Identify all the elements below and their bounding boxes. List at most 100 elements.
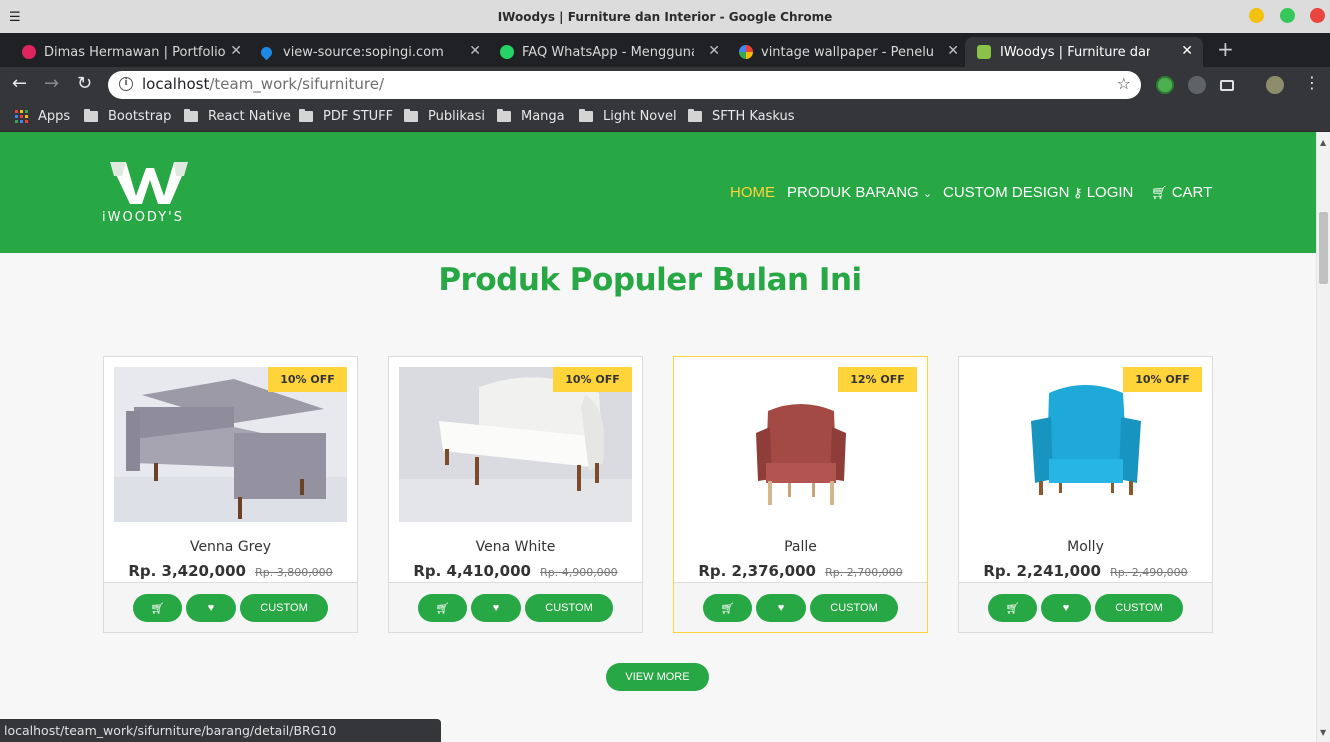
back-arrow-icon[interactable]: ← [12,73,27,94]
profile-avatar-icon[interactable] [1266,76,1284,94]
scroll-up-icon[interactable]: ▲ [1320,138,1326,147]
current-price: Rp. 4,410,000 [413,562,531,580]
nav-cart[interactable]: 🛒︎ CART [1151,184,1212,201]
bookmark-label: React Native [208,109,291,124]
forward-arrow-icon[interactable]: → [44,73,59,94]
product-card[interactable]: 12% OFF Palle Rp. 2,376,000 Rp. 2,700,00… [673,356,928,633]
add-to-cart-button[interactable]: 🛒︎ [133,594,182,622]
window-titlebar: ☰ IWoodys | Furniture dan Interior - Goo… [0,0,1330,33]
add-to-cart-button[interactable]: 🛒︎ [703,594,752,622]
view-more-button[interactable]: VIEW MORE [606,663,709,691]
tab-portfolio[interactable]: Dimas Hermawan | Portfolio ✕ [22,37,242,67]
section-heading: Produk Populer Bulan Ini [438,262,862,298]
current-price: Rp. 3,420,000 [128,562,246,580]
custom-button[interactable]: CUSTOM [1095,594,1183,622]
cart-icon: 🛒︎ [1005,602,1020,615]
scrollbar-thumb[interactable] [1319,212,1328,284]
discount-badge: 10% OFF [553,367,632,392]
nav-produk-label: PRODUK BARANG [787,184,919,201]
maximize-button[interactable] [1280,8,1295,23]
bookmark-label: PDF STUFF [323,109,394,124]
tab-view-source[interactable]: view-source:sopingi.com ✕ [258,37,481,67]
close-tab-icon[interactable]: ✕ [230,43,242,59]
custom-button[interactable]: CUSTOM [525,594,613,622]
close-tab-icon[interactable]: ✕ [947,43,959,59]
product-card[interactable]: 10% OFF Vena White Rp. 4,410,000 Rp. 4,9… [388,356,643,633]
url-text: localhost/team_work/sifurniture/ [142,75,384,93]
wishlist-button[interactable]: ♥ [471,594,521,622]
close-tab-icon[interactable]: ✕ [1181,43,1193,59]
wishlist-button[interactable]: ♥ [1041,594,1091,622]
tab-google-search[interactable]: vintage wallpaper - Penelusur ✕ [739,37,959,67]
page-scrollbar[interactable]: ▲ ▼ [1316,132,1330,742]
nav-produk-barang[interactable]: PRODUK BARANG ⌄ [787,184,932,201]
cart-icon: 🛒︎ [720,602,735,615]
link-status-bubble: localhost/team_work/sifurniture/barang/d… [0,719,441,742]
product-card[interactable]: 10% OFF Venna Grey Rp. 3,420,000 Rp. 3,8… [103,356,358,633]
bookmark-react-native[interactable]: React Native [184,109,291,124]
product-name[interactable]: Palle [674,539,927,555]
key-icon: ⚷ [1073,185,1083,200]
discount-badge: 12% OFF [838,367,917,392]
bookmark-bootstrap[interactable]: Bootstrap [84,109,171,124]
product-card[interactable]: 10% OFF Molly Rp. 2,241,000 Rp. 2,490,00… [958,356,1213,633]
custom-button[interactable]: CUSTOM [240,594,328,622]
bookmark-apps[interactable]: Apps [15,109,70,124]
bookmark-pdf-stuff[interactable]: PDF STUFF [299,109,393,124]
address-bar[interactable]: i localhost/team_work/sifurniture/ ☆ [108,71,1141,99]
product-name[interactable]: Venna Grey [104,539,357,555]
close-tab-icon[interactable]: ✕ [469,43,481,59]
minimize-button[interactable] [1249,8,1264,23]
scroll-down-icon[interactable]: ▼ [1320,728,1326,737]
extension-gray-icon[interactable] [1188,76,1206,94]
chrome-menu-icon[interactable]: ⋮ [1304,73,1320,92]
iwoodys-logo[interactable]: iWOODY'S [100,158,196,228]
cart-icon: 🛒︎ [1151,185,1168,200]
nav-home[interactable]: HOME [730,184,775,201]
site-info-icon[interactable]: i [119,77,133,91]
extension-green-icon[interactable] [1156,76,1174,94]
google-favicon-icon [739,45,753,59]
tab-iwoodys[interactable]: IWoodys | Furniture dan Inter ✕ [965,37,1203,67]
logo-w-icon [110,162,188,204]
bookmark-star-icon[interactable]: ☆ [1117,74,1131,93]
wishlist-button[interactable]: ♥ [756,594,806,622]
tab-label: view-source:sopingi.com [283,44,444,60]
new-tab-icon[interactable]: + [1217,37,1234,61]
bookmark-manga[interactable]: Manga [497,109,565,124]
custom-button[interactable]: CUSTOM [810,594,898,622]
close-tab-icon[interactable]: ✕ [708,43,720,59]
nav-custom-design[interactable]: CUSTOM DESIGN [943,184,1069,201]
bookmark-label: SFTH Kaskus [712,109,795,124]
current-price: Rp. 2,241,000 [983,562,1101,580]
bookmark-publikasi[interactable]: Publikasi [404,109,485,124]
wishlist-button[interactable]: ♥ [186,594,236,622]
folder-icon [688,109,702,122]
original-price: Rp. 2,490,000 [1110,566,1188,579]
reload-icon[interactable]: ↻ [77,73,92,94]
folder-icon [579,109,593,122]
bookmark-label: Publikasi [428,109,485,124]
url-host: localhost [142,75,210,93]
folder-icon [299,109,313,122]
heart-icon: ♥ [492,602,500,614]
product-name[interactable]: Vena White [389,539,642,555]
url-path: /team_work/sifurniture/ [209,75,385,93]
card-actions: 🛒︎ ♥ CUSTOM [959,582,1212,632]
chevron-down-icon: ⌄ [922,188,933,200]
bookmark-sfth-kaskus[interactable]: SFTH Kaskus [688,109,795,124]
product-price: Rp. 3,420,000 Rp. 3,800,000 [104,561,357,580]
cast-icon[interactable] [1220,80,1234,91]
add-to-cart-button[interactable]: 🛒︎ [418,594,467,622]
cart-icon: 🛒︎ [435,602,450,615]
window-menu-icon[interactable]: ☰ [9,10,21,25]
nav-login[interactable]: ⚷ LOGIN [1073,184,1133,201]
tab-whatsapp[interactable]: FAQ WhatsApp - Menggunak ✕ [500,37,720,67]
add-to-cart-button[interactable]: 🛒︎ [988,594,1037,622]
bookmark-light-novel[interactable]: Light Novel [579,109,677,124]
discount-badge: 10% OFF [268,367,347,392]
discount-badge: 10% OFF [1123,367,1202,392]
close-window-button[interactable] [1310,8,1325,23]
drop-favicon-icon [258,44,275,61]
product-name[interactable]: Molly [959,539,1212,555]
